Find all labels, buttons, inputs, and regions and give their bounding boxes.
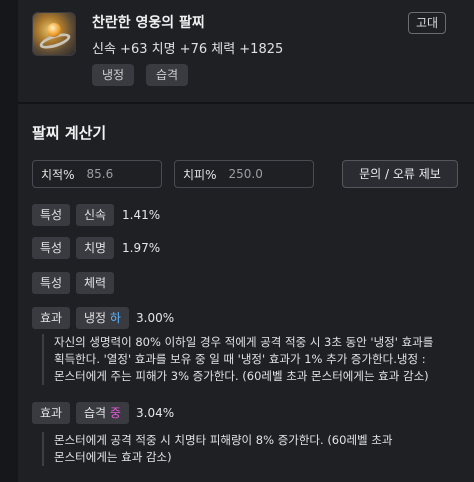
section-divider: [18, 102, 474, 104]
bracelet-panel: 찬란한 영웅의 팔찌 고대 신속 +63 치명 +76 체력 +1825 냉정 …: [18, 0, 474, 482]
crit-damage-value[interactable]: 250.0: [228, 167, 262, 181]
effect-name-tag: 습격 중: [76, 402, 129, 424]
item-title: 찬란한 영웅의 팔찌: [92, 15, 205, 31]
effect-description-line: 자신의 생명력이 80% 이하일 경우 적에게 공격 적중 시 3초 동안 '냉…: [54, 335, 434, 349]
row-kind-tag: 특성: [32, 272, 71, 294]
row-name-tag: 치명: [76, 237, 115, 259]
item-header: 찬란한 영웅의 팔찌 고대 신속 +63 치명 +76 체력 +1825 냉정 …: [18, 0, 474, 102]
effect-description: 몬스터에게 공격 적중 시 치명타 피해량이 8% 증가한다. (60레벨 초과…: [42, 432, 462, 466]
effect-chip-cool: 냉정: [92, 64, 135, 86]
row-value: 3.00%: [136, 311, 175, 325]
row-value: 1.97%: [122, 241, 161, 255]
row-value: 3.04%: [136, 406, 175, 420]
effect-chip-raid: 습격: [146, 64, 189, 86]
effect-description-line: 몬스터에게 공격 적중 시 치명타 피해량이 8% 증가한다. (60레벨 초과: [54, 433, 393, 447]
grade-badge: 고대: [408, 12, 446, 34]
effect-name-tag: 냉정 하: [76, 307, 129, 329]
row-kind-tag: 효과: [32, 307, 71, 329]
effect-description: 자신의 생명력이 80% 이하일 경우 적에게 공격 적중 시 3초 동안 '냉…: [42, 334, 462, 385]
row-name-tag: 체력: [76, 272, 115, 294]
row-name-tag: 신속: [76, 204, 115, 226]
effect-description-line: 몬스터에게 주는 피해가 3% 증가한다. (60레벨 초과 몬스터에게는 효과…: [54, 369, 429, 383]
bracelet-item-icon: [32, 12, 76, 56]
crit-rate-value[interactable]: 85.6: [86, 167, 113, 181]
crit-rate-label: 치적%: [41, 167, 75, 182]
crit-damage-input[interactable]: 치피% 250.0: [174, 160, 314, 188]
item-stats: 신속 +63 치명 +76 체력 +1825: [92, 42, 284, 57]
effect-name: 습격: [84, 406, 107, 420]
row-kind-tag: 특성: [32, 237, 71, 259]
effect-description-line: 몬스터에게는 효과 감소): [54, 450, 172, 464]
effect-description-line: 획득한다. '열정' 효과를 보유 중 일 때 '냉정' 효과가 1% 추가 증…: [54, 352, 426, 366]
row-value: 1.41%: [122, 208, 161, 222]
effect-level: 하: [109, 311, 121, 325]
row-kind-tag: 특성: [32, 204, 71, 226]
effect-name: 냉정: [84, 311, 107, 325]
crit-damage-label: 치피%: [183, 167, 217, 182]
effect-level: 중: [109, 406, 121, 420]
row-kind-tag: 효과: [32, 402, 71, 424]
calculator-title: 팔찌 계산기: [32, 124, 107, 142]
crit-rate-input[interactable]: 치적% 85.6: [32, 160, 162, 188]
report-error-button[interactable]: 문의 / 오류 제보: [342, 160, 458, 188]
